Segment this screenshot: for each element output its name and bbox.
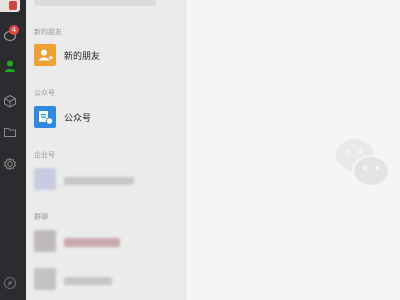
contacts-icon[interactable] <box>2 58 18 74</box>
box-icon[interactable] <box>2 93 18 109</box>
search-input[interactable] <box>34 0 156 6</box>
unread-badge: 4 <box>9 25 19 35</box>
enterprise-avatar <box>34 168 56 190</box>
nav-sidebar: 4 <box>0 0 26 300</box>
list-item-enterprise[interactable] <box>26 162 186 200</box>
main-empty-area <box>186 0 400 300</box>
folder-icon[interactable] <box>2 124 18 140</box>
blurred-name <box>64 277 112 285</box>
section-title-enterprise: 企业号 <box>34 151 55 159</box>
list-item-group[interactable] <box>26 224 186 262</box>
settings-icon[interactable] <box>2 156 18 172</box>
official-account-icon <box>34 106 56 128</box>
add-friend-icon <box>34 44 56 66</box>
avatar[interactable] <box>0 0 20 12</box>
contact-list-panel: 新的朋友 新的朋友 公众号 公众号 企业号 群聊 <box>26 0 186 300</box>
list-item-official-accounts[interactable]: 公众号 <box>26 100 186 138</box>
section-title-groups: 群聊 <box>34 213 48 221</box>
compass-icon[interactable] <box>2 275 18 291</box>
group-avatar <box>34 268 56 290</box>
blurred-name <box>64 177 134 185</box>
list-item-group[interactable] <box>26 262 186 300</box>
list-item-new-friends[interactable]: 新的朋友 <box>26 38 186 76</box>
section-title-official-accounts: 公众号 <box>34 89 55 97</box>
blurred-name <box>64 238 120 247</box>
group-avatar <box>34 230 56 252</box>
new-friends-label: 新的朋友 <box>64 52 101 62</box>
wechat-logo-icon <box>336 139 390 187</box>
section-title-new-friends: 新的朋友 <box>34 28 62 36</box>
official-accounts-label: 公众号 <box>64 114 92 124</box>
